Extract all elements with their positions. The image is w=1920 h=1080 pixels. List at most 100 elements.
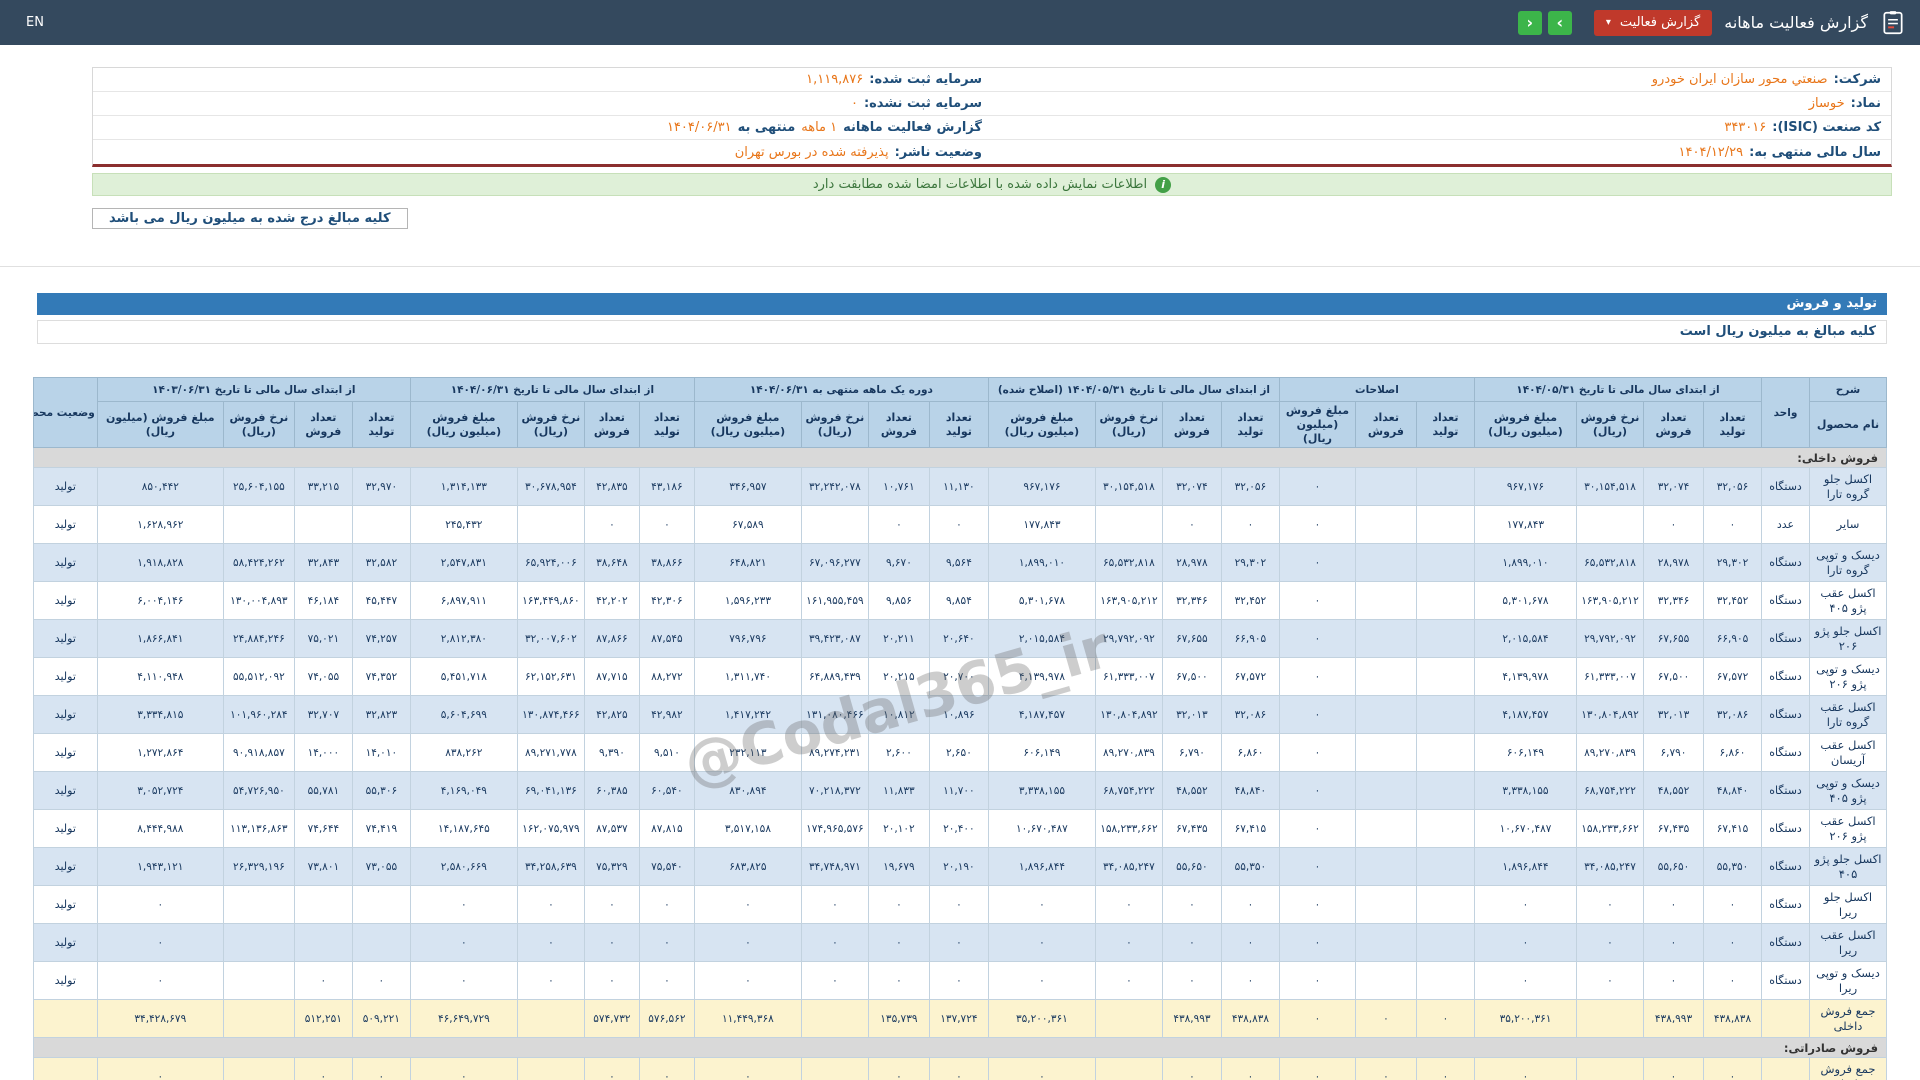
value-cell: ۰ bbox=[1278, 619, 1356, 659]
value-cell: ۰ bbox=[1278, 657, 1356, 697]
value-cell bbox=[1354, 581, 1417, 621]
value-cell: ۳۴,۰۸۵,۲۴۷ bbox=[1094, 847, 1163, 887]
value-cell bbox=[1354, 543, 1417, 583]
value-cell bbox=[516, 505, 585, 545]
amounts-note-box: کلیه مبالغ درج شده به میلیون ریال می باش… bbox=[92, 208, 408, 229]
value-cell: ۱۳۰,۸۰۴,۸۹۲ bbox=[1094, 695, 1163, 735]
value-cell bbox=[1094, 505, 1163, 545]
value-cell: ۱۷۴,۹۶۵,۵۷۶ bbox=[800, 809, 869, 849]
value-cell: ۰ bbox=[1473, 885, 1578, 925]
value-cell: ۹,۸۵۴ bbox=[928, 581, 989, 621]
value-cell: ۱,۸۶۶,۸۴۱ bbox=[96, 619, 224, 659]
report-type-button[interactable]: گزارش فعالیت ▾ bbox=[1593, 9, 1713, 36]
unregistered-capital-field: سرمایه ثبت نشده: ۰ bbox=[93, 96, 992, 111]
value-cell: ۲۴,۸۸۴,۲۴۶ bbox=[222, 619, 295, 659]
value-cell: ۴,۱۳۹,۹۷۸ bbox=[1473, 657, 1578, 697]
value-cell: ۳۲,۰۵۶ bbox=[1703, 467, 1762, 507]
group-header-cell: دوره یک ماهه منتهی به ۱۴۰۴/۰۶/۳۱ bbox=[693, 377, 989, 402]
registered-capital-label: سرمایه ثبت شده: bbox=[869, 72, 982, 87]
value-cell: ۰ bbox=[867, 1057, 930, 1080]
value-cell: ۷۵,۳۲۹ bbox=[583, 847, 640, 887]
value-cell: ۵۵,۶۵۰ bbox=[1643, 847, 1704, 887]
value-cell: ۴۲,۳۰۶ bbox=[638, 581, 695, 621]
value-cell: ۸۷,۸۶۶ bbox=[583, 619, 640, 659]
value-cell: ۰ bbox=[800, 885, 869, 925]
value-cell: ۵۵,۷۸۱ bbox=[293, 771, 353, 811]
value-cell bbox=[293, 505, 353, 545]
value-cell: ۴۲,۸۲۵ bbox=[583, 695, 640, 735]
group-header-cell: از ابتدای سال مالی تا تاریخ ۱۴۰۴/۰۵/۳۱ bbox=[1473, 377, 1763, 402]
value-cell: ۷۵,۵۴۰ bbox=[638, 847, 695, 887]
next-report-button[interactable]: › bbox=[1547, 10, 1572, 35]
value-cell: ۳۲,۰۱۳ bbox=[1161, 695, 1222, 735]
report-period-ending-label: منتهی به bbox=[737, 120, 796, 135]
value-cell: ۲۹,۷۹۲,۰۹۲ bbox=[1576, 619, 1644, 659]
value-cell: ۰ bbox=[867, 923, 930, 963]
value-cell: ۰ bbox=[516, 885, 585, 925]
value-cell: ۷۰,۲۱۸,۳۷۲ bbox=[800, 771, 869, 811]
value-cell: ۸۷,۷۱۵ bbox=[583, 657, 640, 697]
report-period-prefix: گزارش فعالیت ماهانه bbox=[843, 120, 982, 135]
value-cell: ۶۷,۶۵۵ bbox=[1643, 619, 1704, 659]
value-cell: ۶۴۸,۸۲۱ bbox=[693, 543, 802, 583]
amount-header-cell: مبلغ فروش (میلیون ریال) bbox=[693, 400, 802, 449]
value-cell bbox=[1354, 771, 1417, 811]
product-name-cell: اکسل جلو ریرا bbox=[1809, 885, 1887, 925]
value-cell: ۱,۸۹۶,۸۴۴ bbox=[987, 847, 1096, 887]
value-cell: ۰ bbox=[867, 505, 930, 545]
unit-cell bbox=[1761, 999, 1810, 1039]
value-cell: ۱۴,۱۸۷,۶۴۵ bbox=[409, 809, 518, 849]
qty-sold-header-cell: تعداد فروش bbox=[1161, 400, 1222, 449]
group-header-cell: از ابتدای سال مالی تا تاریخ ۱۴۰۳/۰۶/۳۱ bbox=[96, 377, 411, 402]
table-row: اکسل عقب آریسان دستگاه ۶,۸۶۰ ۶,۷۹۰ ۸۹,۲۷۰,۸۳… bbox=[32, 733, 1887, 773]
qty-produced-header-cell: تعداد تولید bbox=[1415, 400, 1475, 449]
report-type-button-label: گزارش فعالیت bbox=[1619, 15, 1701, 30]
value-cell: ۱,۳۱۴,۱۳۳ bbox=[409, 467, 518, 507]
company-name-link[interactable]: صنعتي محور سازان ايران خودرو bbox=[1652, 72, 1828, 87]
info-row-fiscal: سال مالی منتهی به: ۱۴۰۴/۱۲/۲۹ وضعیت ناشر… bbox=[93, 140, 1891, 164]
product-name-cell: دیسک و توپی گروه تارا bbox=[1809, 543, 1887, 583]
value-cell: ۴۸,۵۵۲ bbox=[1161, 771, 1222, 811]
value-cell: ۱,۲۷۲,۸۶۴ bbox=[96, 733, 224, 773]
value-cell: ۲۰,۴۰۰ bbox=[928, 809, 989, 849]
production-table: شرح واحد از ابتدای سال مالی تا تاریخ ۱۴۰۴/… bbox=[32, 376, 1888, 1080]
amount-header-cell: مبلغ فروش (میلیون ریال) bbox=[96, 400, 224, 449]
rate-header-cell: نرخ فروش (ریال) bbox=[516, 400, 585, 449]
value-cell bbox=[1354, 961, 1417, 1001]
qty-produced-header-cell: تعداد تولید bbox=[928, 400, 989, 449]
value-cell: ۳,۰۵۲,۷۲۴ bbox=[96, 771, 224, 811]
value-cell: ۰ bbox=[1278, 695, 1356, 735]
value-cell: ۳۲,۷۰۷ bbox=[293, 695, 353, 735]
value-cell: ۶,۸۶۰ bbox=[1703, 733, 1762, 773]
value-cell bbox=[222, 1057, 295, 1080]
value-cell: ۰ bbox=[987, 961, 1096, 1001]
value-cell: ۳۲,۹۷۰ bbox=[351, 467, 411, 507]
value-cell bbox=[1415, 885, 1475, 925]
product-name-cell: اکسل جلو پژو ۲۰۶ bbox=[1809, 619, 1887, 659]
value-cell: ۵۵,۵۱۲,۰۹۲ bbox=[222, 657, 295, 697]
value-cell: ۶۰,۳۸۵ bbox=[583, 771, 640, 811]
value-cell: ۰ bbox=[867, 885, 930, 925]
value-cell bbox=[1415, 733, 1475, 773]
value-cell: ۱۳۵,۷۳۹ bbox=[867, 999, 930, 1039]
language-en-button[interactable]: EN bbox=[26, 15, 44, 30]
status-cell: تولید bbox=[32, 885, 98, 925]
prev-report-button[interactable]: ‹ bbox=[1517, 10, 1542, 35]
value-cell: ۶۵,۹۲۴,۰۰۶ bbox=[516, 543, 585, 583]
fiscal-year-label: سال مالی منتهی به: bbox=[1749, 144, 1881, 160]
status-cell: تولید bbox=[32, 619, 98, 659]
status-cell: تولید bbox=[32, 505, 98, 545]
issuer-status-field: وضعیت ناشر: پذيرفته شده در بورس تهران bbox=[93, 145, 992, 160]
value-cell: ۰ bbox=[1278, 999, 1356, 1039]
group-header-cell: از ابتدای سال مالی تا تاریخ ۱۴۰۴/۰۵/۳۱ (… bbox=[987, 377, 1280, 402]
value-cell: ۶۷,۴۱۵ bbox=[1220, 809, 1280, 849]
value-cell: ۷۴,۳۵۲ bbox=[351, 657, 411, 697]
status-cell: تولید bbox=[32, 961, 98, 1001]
value-cell bbox=[1354, 733, 1417, 773]
table-row: اکسل عقب ریرا دستگاه ۰ ۰ ۰ ۰ ۰ ۰ ۰ ۰ ۰ ۰ ۰ ۰ ۰ ۰ ۰ ۰ ۰ ۰ تول… bbox=[32, 923, 1887, 963]
status-cell: تولید bbox=[32, 695, 98, 735]
value-cell: ۲۸,۹۷۸ bbox=[1161, 543, 1222, 583]
value-cell: ۰ bbox=[1703, 505, 1762, 545]
value-cell: ۵,۴۵۱,۷۱۸ bbox=[409, 657, 518, 697]
value-cell: ۰ bbox=[409, 885, 518, 925]
